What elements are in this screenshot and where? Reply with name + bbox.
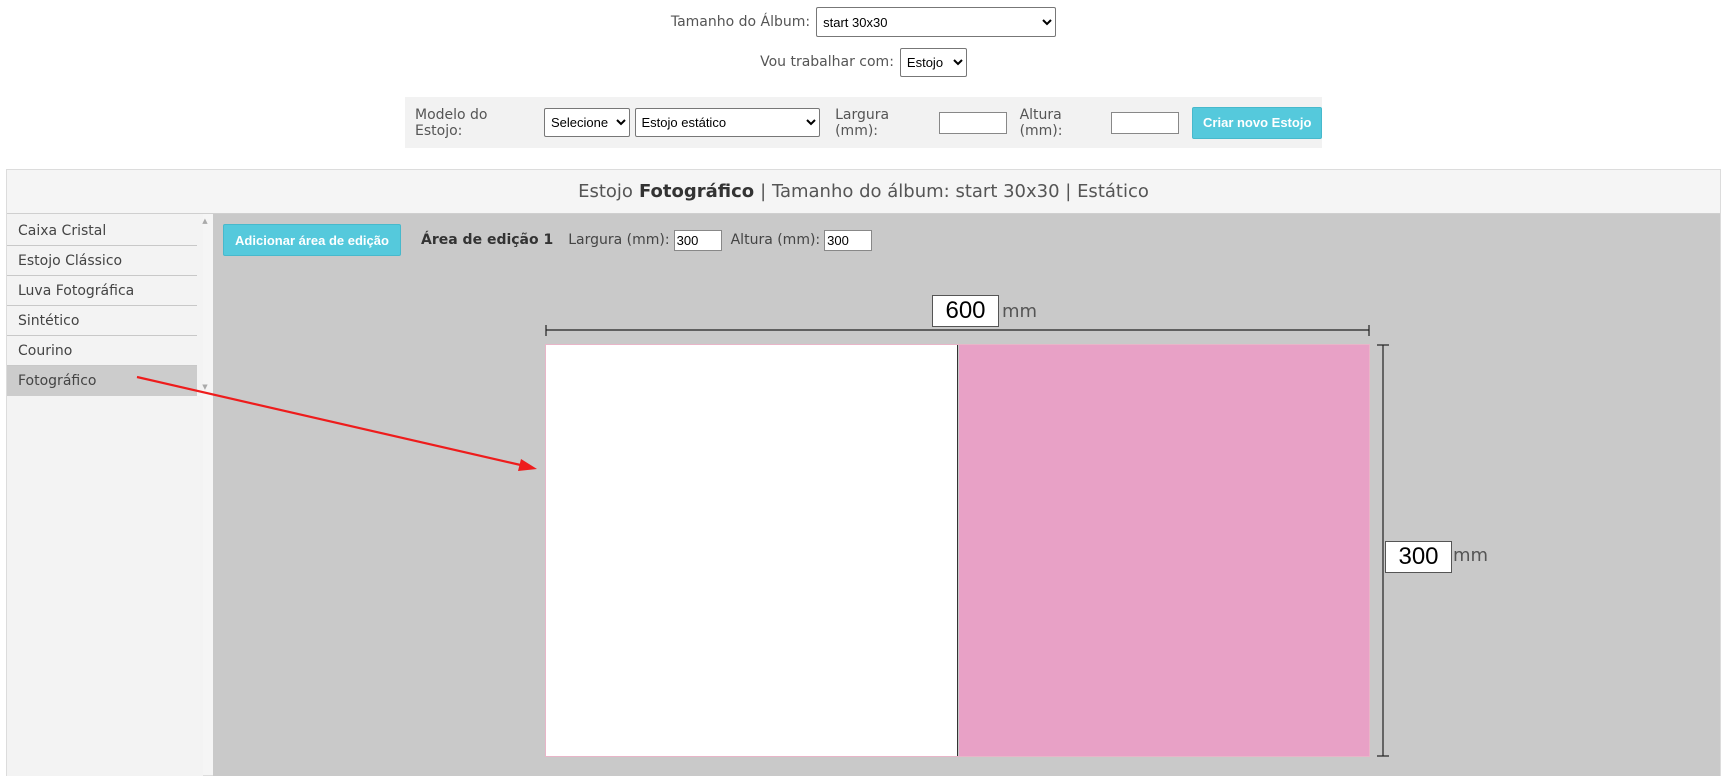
case-height-label: Altura (mm): [1019, 106, 1063, 139]
sidebar-item-sintetico[interactable]: Sintético [7, 306, 197, 336]
sidebar-item-luva-fotografica[interactable]: Luva Fotográfica [7, 276, 197, 306]
editor-header-prefix: Estojo [578, 181, 633, 202]
sidebar-item-courino[interactable]: Courino [7, 336, 197, 366]
create-case-button[interactable]: Criar novo Estojo [1192, 106, 1322, 139]
work-with-row: Vou trabalhar com: Estojo [0, 47, 1727, 77]
case-width-label: Largura (mm): [835, 106, 890, 139]
total-height-display: 300 [1385, 541, 1452, 573]
case-canvas[interactable] [545, 344, 1370, 757]
album-size-select[interactable]: start 30x30 [816, 7, 1057, 37]
album-size-label: Tamanho do Álbum: [670, 14, 811, 30]
editor-header: Estojo Fotográfico | Tamanho do álbum: s… [7, 170, 1720, 214]
area-width-input[interactable] [673, 229, 722, 251]
canvas-right-panel[interactable] [959, 345, 1369, 756]
area-width-label: Largura (mm): [568, 232, 670, 248]
area-height-label: Altura (mm): [730, 232, 821, 248]
work-with-select[interactable]: Estojo [899, 47, 967, 77]
sidebar-item-fotografico[interactable]: Fotográfico [7, 366, 197, 396]
sidebar-item-caixa-cristal[interactable]: Caixa Cristal [7, 216, 197, 246]
area-height-input[interactable] [824, 229, 873, 251]
width-unit-label: mm [1002, 301, 1038, 322]
case-model-name-select[interactable]: Estojo estático [634, 108, 821, 137]
height-unit-label: mm [1453, 545, 1489, 566]
work-with-label: Vou trabalhar com: [760, 54, 894, 70]
case-width-input[interactable] [938, 111, 1007, 134]
editor-header-details: | Tamanho do álbum: start 30x30 | Estáti… [760, 181, 1149, 202]
scroll-up-icon[interactable]: ▲ [200, 216, 210, 226]
workspace-toolbar: Adicionar área de edição Área de edição … [223, 224, 881, 256]
canvas-left-panel[interactable] [546, 345, 958, 756]
editor-header-model: Fotográfico [638, 181, 755, 202]
model-sidebar: Caixa Cristal Estojo Clássico Luva Fotog… [7, 214, 208, 776]
case-model-type-select[interactable]: Selecione [544, 108, 630, 137]
sidebar-item-estojo-classico[interactable]: Estojo Clássico [7, 246, 197, 276]
case-height-input[interactable] [1111, 111, 1180, 134]
total-width-display: 600 [932, 295, 999, 327]
album-size-row: Tamanho do Álbum: start 30x30 [0, 7, 1727, 37]
add-edit-area-button[interactable]: Adicionar área de edição [223, 224, 401, 256]
case-model-bar: Modelo do Estojo: Selecione Estojo estát… [405, 97, 1322, 148]
case-model-label: Modelo do Estojo: [415, 106, 488, 139]
model-list: Caixa Cristal Estojo Clássico Luva Fotog… [7, 216, 197, 396]
scroll-down-icon[interactable]: ▼ [200, 382, 210, 392]
edit-area-title: Área de edição 1 [421, 232, 554, 248]
